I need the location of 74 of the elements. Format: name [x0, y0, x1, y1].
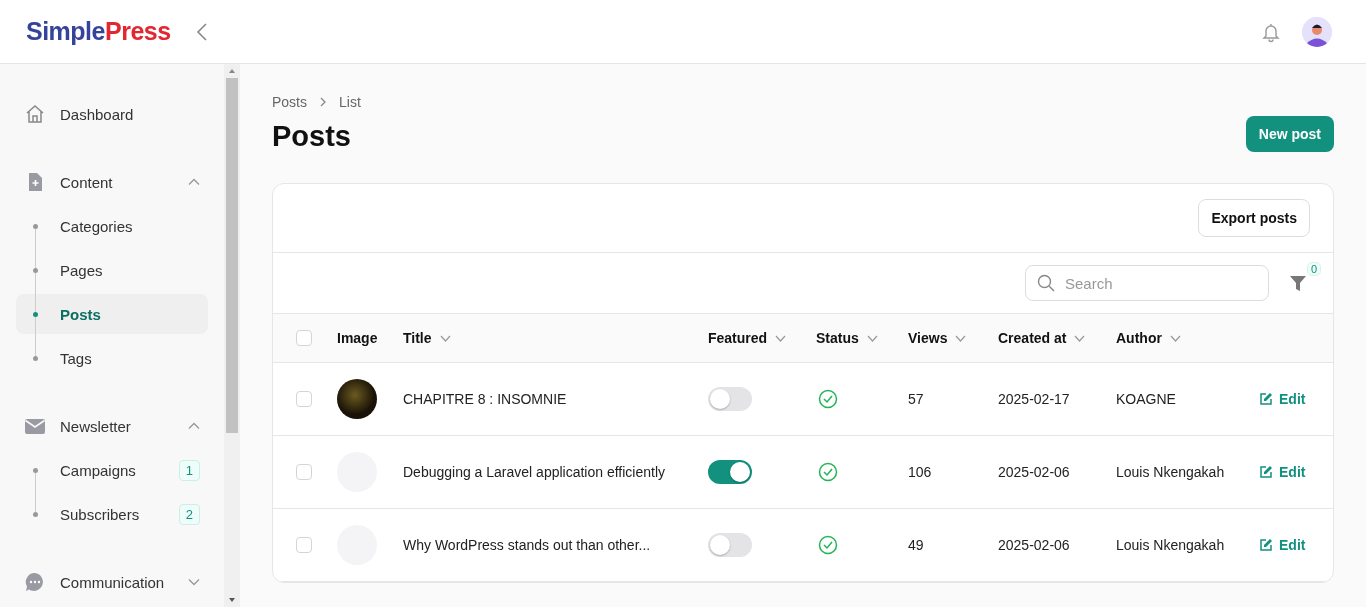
- check-circle-icon: [818, 535, 838, 555]
- sidebar-subitem[interactable]: Posts: [16, 294, 208, 334]
- row-checkbox[interactable]: [296, 464, 312, 480]
- scroll-down-arrow-icon[interactable]: [228, 597, 236, 603]
- post-title: CHAPITRE 8 : INSOMNIE: [403, 391, 568, 407]
- sidebar-subitem[interactable]: Subscribers 2: [16, 494, 208, 534]
- column-header[interactable]: Featured: [708, 330, 768, 346]
- post-title: Debugging a Laravel application efficiently: [403, 464, 667, 480]
- sidebar-group[interactable]: Newsletter: [60, 417, 174, 435]
- views-count: 57: [908, 391, 925, 407]
- sidebar-subitem[interactable]: Tags: [16, 338, 208, 378]
- search-field[interactable]: Search: [1025, 265, 1269, 301]
- sidebar-subitem[interactable]: Categories: [16, 206, 208, 246]
- chevron-down-icon: [188, 578, 200, 586]
- sidebar-item[interactable]: Dashboard: [60, 105, 200, 123]
- scroll-up-arrow-icon[interactable]: [228, 68, 236, 74]
- featured-toggle[interactable]: [708, 387, 752, 411]
- app-logo[interactable]: SimplePress: [26, 17, 171, 46]
- check-circle-icon: [818, 462, 838, 482]
- home-icon: [24, 103, 46, 125]
- count-badge: 1: [178, 459, 200, 481]
- sort-chevron-icon[interactable]: [866, 334, 878, 342]
- breadcrumb-current: List: [339, 94, 361, 110]
- chevron-up-icon: [188, 178, 200, 186]
- check-circle-icon: [818, 389, 838, 409]
- column-header[interactable]: Views: [908, 330, 948, 346]
- scrollbar[interactable]: [224, 64, 240, 607]
- new-post-button[interactable]: New post: [1245, 115, 1334, 152]
- column-header: Image: [337, 330, 378, 346]
- post-thumbnail: [337, 379, 377, 419]
- filter-count-badge: 0: [1306, 262, 1321, 276]
- sort-chevron-icon[interactable]: [955, 334, 967, 342]
- sidebar-group[interactable]: Content: [60, 173, 174, 191]
- sort-chevron-icon[interactable]: [775, 334, 787, 342]
- edit-link[interactable]: Edit: [1259, 391, 1333, 407]
- edit-link[interactable]: Edit: [1259, 537, 1333, 553]
- row-checkbox[interactable]: [296, 391, 312, 407]
- featured-toggle[interactable]: [708, 533, 752, 557]
- edit-icon: [1259, 538, 1273, 552]
- column-header[interactable]: Author: [1116, 330, 1162, 346]
- column-header[interactable]: Created at: [998, 330, 1067, 346]
- page-title: Posts: [272, 120, 351, 153]
- created-date: 2025-02-17: [998, 391, 1071, 407]
- sort-chevron-icon[interactable]: [1074, 334, 1086, 342]
- views-count: 49: [908, 537, 925, 553]
- author-name: Louis Nkengakah: [1116, 464, 1226, 480]
- sort-chevron-icon[interactable]: [1169, 334, 1181, 342]
- column-header[interactable]: Status: [816, 330, 859, 346]
- featured-toggle[interactable]: [708, 460, 752, 484]
- edit-icon: [1259, 465, 1273, 479]
- chevron-right-icon: [319, 97, 327, 107]
- row-checkbox[interactable]: [296, 537, 312, 553]
- breadcrumb-link[interactable]: Posts: [272, 94, 307, 110]
- post-title: Why WordPress stands out than other...: [403, 537, 652, 553]
- author-name: KOAGNE: [1116, 391, 1177, 407]
- views-count: 106: [908, 464, 933, 480]
- created-date: 2025-02-06: [998, 537, 1071, 553]
- count-badge: 2: [178, 503, 200, 525]
- column-header[interactable]: Title: [403, 330, 432, 346]
- sort-chevron-icon[interactable]: [439, 334, 451, 342]
- sidebar-subitem[interactable]: Campaigns 1: [16, 450, 208, 490]
- chat-bubble-icon: [24, 571, 46, 593]
- sidebar-subitem[interactable]: Pages: [16, 250, 208, 290]
- edit-icon: [1259, 392, 1273, 406]
- chevron-up-icon: [188, 422, 200, 430]
- filter-icon[interactable]: [1289, 274, 1307, 292]
- select-all-checkbox[interactable]: [296, 330, 312, 346]
- author-name: Louis Nkengakah: [1116, 537, 1226, 553]
- sidebar-group[interactable]: Communication: [60, 573, 174, 591]
- search-icon: [1037, 274, 1055, 292]
- export-posts-button[interactable]: Export posts: [1198, 199, 1310, 237]
- edit-link[interactable]: Edit: [1259, 464, 1333, 480]
- created-date: 2025-02-06: [998, 464, 1071, 480]
- collapse-sidebar-icon[interactable]: [194, 21, 209, 42]
